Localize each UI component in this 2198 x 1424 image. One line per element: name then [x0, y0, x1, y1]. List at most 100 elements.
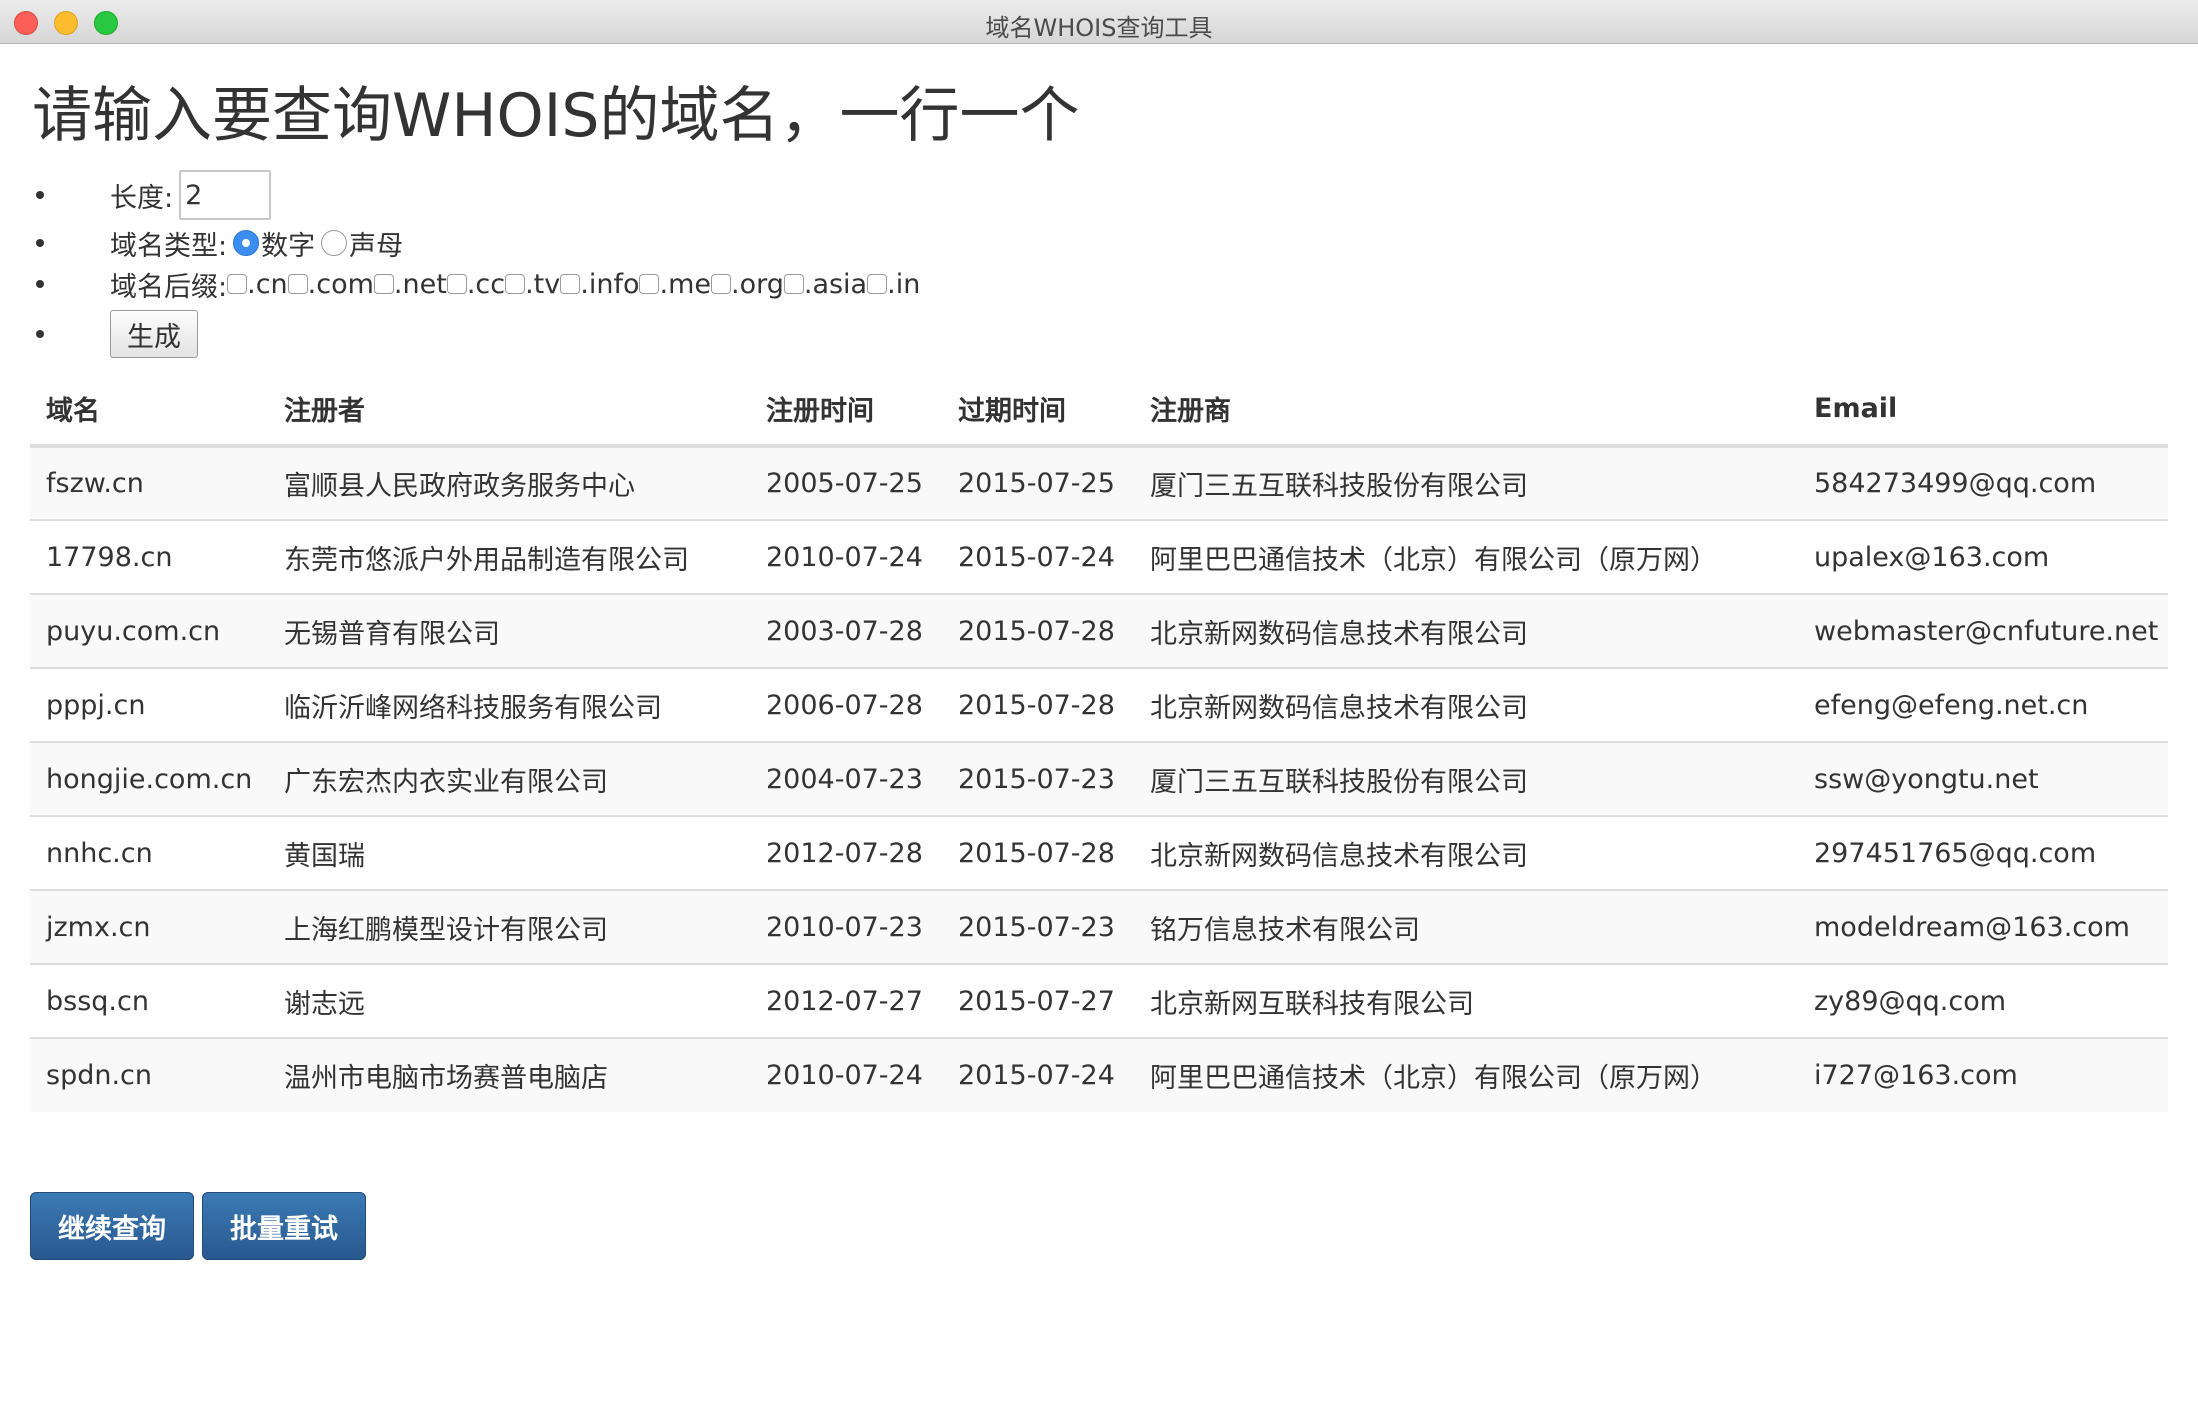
cell-registered-date: 2012-07-28	[750, 815, 942, 890]
cell-expiry-date: 2015-07-28	[942, 667, 1134, 742]
whois-results-table: 域名 注册者 注册时间 过期时间 注册商 Email fszw.cn 富顺县人民…	[30, 372, 2168, 1112]
cell-expiry-date: 2015-07-24	[942, 1037, 1134, 1112]
suffix-cn-label[interactable]: .cn	[247, 269, 288, 300]
type-digits-radio[interactable]	[233, 230, 260, 256]
suffix-info-label[interactable]: .info	[580, 269, 639, 300]
suffix-org-checkbox[interactable]	[710, 274, 731, 294]
cell-registrant: 东莞市悠派户外用品制造有限公司	[268, 519, 750, 594]
length-option: 长度: 2	[35, 168, 920, 222]
type-digits-label[interactable]: 数字	[261, 224, 315, 263]
suffix-in-checkbox[interactable]	[867, 274, 888, 294]
table-row: hongjie.com.cn 广东宏杰内衣实业有限公司 2004-07-23 2…	[30, 741, 2168, 816]
header-domain: 域名	[30, 372, 268, 448]
cell-expiry-date: 2015-07-23	[942, 741, 1134, 816]
cell-registrar: 厦门三五互联科技股份有限公司	[1134, 446, 1798, 520]
cell-registrant: 广东宏杰内衣实业有限公司	[268, 741, 750, 816]
cell-registered-date: 2006-07-28	[750, 667, 942, 742]
generate-option: 生成	[35, 304, 920, 364]
table-row: fszw.cn 富顺县人民政府政务服务中心 2005-07-25 2015-07…	[30, 446, 2168, 520]
length-label: 长度:	[110, 182, 174, 214]
suffix-net-label[interactable]: .net	[394, 269, 447, 300]
cell-registrant: 温州市电脑市场赛普电脑店	[268, 1037, 750, 1112]
cell-registrant: 黄国瑞	[268, 815, 750, 890]
cell-registrant: 富顺县人民政府政务服务中心	[268, 446, 750, 520]
cell-registered-date: 2010-07-24	[750, 519, 942, 594]
cell-registered-date: 2010-07-23	[750, 889, 942, 964]
cell-email: ssw@yongtu.net	[1798, 741, 2168, 816]
cell-domain: jzmx.cn	[30, 889, 268, 964]
cell-registered-date: 2010-07-24	[750, 1037, 942, 1112]
suffix-tv-label[interactable]: .tv	[525, 269, 560, 300]
table-row: 17798.cn 东莞市悠派户外用品制造有限公司 2010-07-24 2015…	[30, 519, 2168, 594]
suffix-cn-checkbox[interactable]	[227, 274, 248, 294]
header-registrar: 注册商	[1134, 372, 1798, 448]
suffix-asia-checkbox[interactable]	[783, 274, 804, 294]
cell-registrar: 北京新网互联科技有限公司	[1134, 963, 1798, 1038]
suffix-me-checkbox[interactable]	[639, 274, 660, 294]
length-input[interactable]: 2	[179, 170, 272, 220]
suffix-me-label[interactable]: .me	[659, 269, 711, 300]
table-row: bssq.cn 谢志远 2012-07-27 2015-07-27 北京新网互联…	[30, 963, 2168, 1038]
cell-email: 297451765@qq.com	[1798, 815, 2168, 890]
suffix-net-checkbox[interactable]	[373, 274, 394, 294]
suffix-cc-checkbox[interactable]	[446, 274, 467, 294]
suffix-label: 域名后缀:	[110, 271, 228, 303]
cell-email: efeng@efeng.net.cn	[1798, 667, 2168, 742]
suffix-asia-label[interactable]: .asia	[804, 269, 867, 300]
type-initials-label[interactable]: 声母	[349, 224, 403, 263]
cell-registrant: 临沂沂峰网络科技服务有限公司	[268, 667, 750, 742]
cell-email: 584273499@qq.com	[1798, 446, 2168, 520]
cell-email: webmaster@cnfuture.net	[1798, 593, 2168, 668]
options-list: 长度: 2 域名类型: 数字 声母 域名后缀: .cn .com .net .c…	[35, 168, 920, 364]
suffix-cc-label[interactable]: .cc	[467, 269, 505, 300]
suffix-com-label[interactable]: .com	[308, 269, 374, 300]
cell-domain: 17798.cn	[30, 519, 268, 594]
cell-expiry-date: 2015-07-23	[942, 889, 1134, 964]
header-expiry-date: 过期时间	[942, 372, 1134, 448]
suffix-com-checkbox[interactable]	[287, 274, 308, 294]
cell-domain: bssq.cn	[30, 963, 268, 1038]
cell-email: zy89@qq.com	[1798, 963, 2168, 1038]
window-title: 域名WHOIS查询工具	[985, 14, 1213, 42]
suffix-org-label[interactable]: .org	[731, 269, 784, 300]
cell-expiry-date: 2015-07-24	[942, 519, 1134, 594]
window-titlebar: 域名WHOIS查询工具	[0, 0, 2198, 44]
cell-registrar: 铭万信息技术有限公司	[1134, 889, 1798, 964]
cell-registrar: 阿里巴巴通信技术（北京）有限公司（原万网）	[1134, 519, 1798, 594]
batch-retry-button[interactable]: 批量重试	[202, 1192, 366, 1260]
cell-domain: nnhc.cn	[30, 815, 268, 890]
cell-expiry-date: 2015-07-27	[942, 963, 1134, 1038]
domain-type-option: 域名类型: 数字 声母	[35, 222, 920, 264]
cell-registrant: 谢志远	[268, 963, 750, 1038]
cell-email: upalex@163.com	[1798, 519, 2168, 594]
suffix-in-label[interactable]: .in	[887, 269, 920, 300]
generate-button[interactable]: 生成	[110, 310, 198, 358]
cell-domain: pppj.cn	[30, 667, 268, 742]
cell-registered-date: 2004-07-23	[750, 741, 942, 816]
cell-domain: hongjie.com.cn	[30, 741, 268, 816]
cell-registrar: 阿里巴巴通信技术（北京）有限公司（原万网）	[1134, 1037, 1798, 1112]
domain-type-label: 域名类型:	[110, 230, 228, 262]
table-row: nnhc.cn 黄国瑞 2012-07-28 2015-07-28 北京新网数码…	[30, 815, 2168, 890]
cell-expiry-date: 2015-07-28	[942, 815, 1134, 890]
table-row: puyu.com.cn 无锡普育有限公司 2003-07-28 2015-07-…	[30, 593, 2168, 668]
cell-expiry-date: 2015-07-25	[942, 446, 1134, 520]
cell-domain: puyu.com.cn	[30, 593, 268, 668]
header-registered-date: 注册时间	[750, 372, 942, 448]
cell-registrar: 厦门三五互联科技股份有限公司	[1134, 741, 1798, 816]
continue-query-button[interactable]: 继续查询	[30, 1192, 194, 1260]
suffix-tv-checkbox[interactable]	[505, 274, 526, 294]
cell-registered-date: 2003-07-28	[750, 593, 942, 668]
table-header-row: 域名 注册者 注册时间 过期时间 注册商 Email	[30, 372, 2168, 448]
page-heading: 请输入要查询WHOIS的域名，一行一个	[32, 81, 1080, 151]
type-initials-radio[interactable]	[321, 230, 348, 256]
cell-expiry-date: 2015-07-28	[942, 593, 1134, 668]
suffix-info-checkbox[interactable]	[560, 274, 581, 294]
table-row: spdn.cn 温州市电脑市场赛普电脑店 2010-07-24 2015-07-…	[30, 1037, 2168, 1112]
cell-domain: spdn.cn	[30, 1037, 268, 1112]
cell-email: modeldream@163.com	[1798, 889, 2168, 964]
cell-registered-date: 2012-07-27	[750, 963, 942, 1038]
cell-registered-date: 2005-07-25	[750, 446, 942, 520]
header-email: Email	[1798, 372, 2168, 448]
cell-registrant: 无锡普育有限公司	[268, 593, 750, 668]
